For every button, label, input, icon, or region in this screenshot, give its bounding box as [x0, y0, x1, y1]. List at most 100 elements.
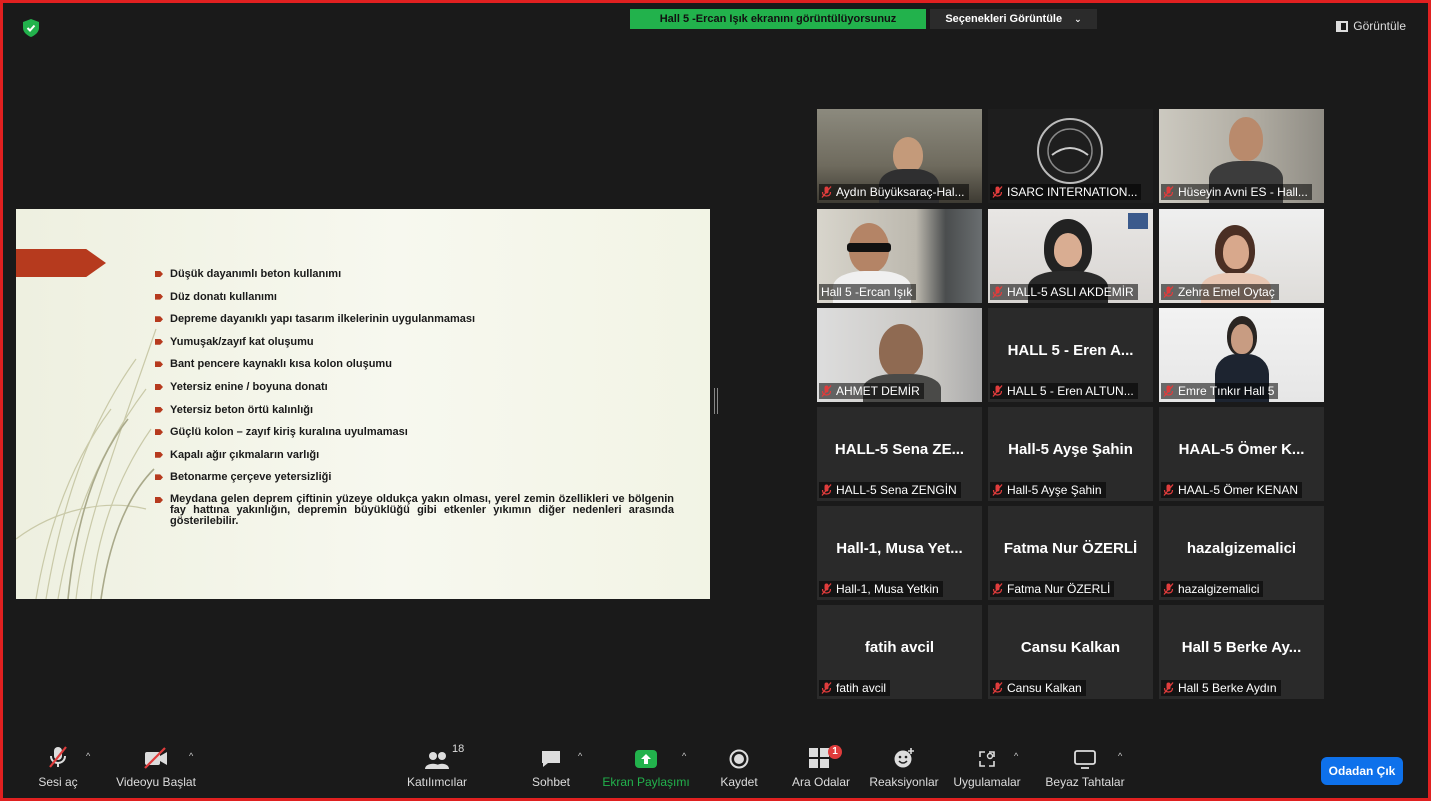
participant-name-label: HALL-5 Sena ZENGİN: [819, 482, 961, 498]
slide-bullet: Depreme dayanıklı yapı tasarım ilkelerin…: [154, 313, 674, 325]
view-options-label: Seçenekleri Görüntüle: [945, 13, 1063, 25]
whiteboards-button[interactable]: Beyaz Tahtalar: [1040, 743, 1130, 789]
participant-name-label: ISARC INTERNATION...: [990, 184, 1142, 200]
participant-tile[interactable]: HALL 5 - Eren A... HALL 5 - Eren ALTUN..…: [988, 308, 1153, 402]
participant-name-label: HAAL-5 Ömer KENAN: [1161, 482, 1303, 498]
isarc-logo: [1037, 118, 1103, 184]
security-shield-icon[interactable]: [23, 19, 39, 37]
apps-options-caret[interactable]: ^: [1014, 751, 1018, 761]
shared-screen-slide: Düşük dayanımlı beton kullanımı Düz dona…: [16, 209, 710, 599]
participant-tile[interactable]: Zehra Emel Oytaç: [1159, 209, 1324, 303]
participant-tile[interactable]: Hall 5 Berke Ay... Hall 5 Berke Aydın: [1159, 605, 1324, 699]
participant-tile[interactable]: fatih avcil fatih avcil: [817, 605, 982, 699]
unmute-button[interactable]: Sesi aç: [36, 743, 80, 789]
video-off-icon: [144, 747, 167, 769]
slide-bullet-list: Düşük dayanımlı beton kullanımı Düz dona…: [154, 268, 674, 538]
participant-display-name: Hall-1, Musa Yet...: [836, 540, 963, 557]
participant-name-label: Hall-5 Ayşe Şahin: [990, 482, 1106, 498]
record-icon: [729, 749, 749, 769]
participant-tile[interactable]: HALL-5 Sena ZE... HALL-5 Sena ZENGİN: [817, 407, 982, 501]
participant-tile[interactable]: HAAL-5 Ömer K... HAAL-5 Ömer KENAN: [1159, 407, 1324, 501]
participant-name-label: Emre Tınkır Hall 5: [1161, 383, 1279, 399]
participant-tile[interactable]: Fatma Nur ÖZERLİ Fatma Nur ÖZERLİ: [988, 506, 1153, 600]
participants-icon: [425, 752, 449, 769]
participant-name-label: Hall-1, Musa Yetkin: [819, 581, 943, 597]
mic-muted-icon: [821, 682, 832, 694]
reactions-label: Reaksiyonlar: [869, 775, 939, 789]
participant-tile[interactable]: hazalgizemalici hazalgizemalici: [1159, 506, 1324, 600]
participant-name-label: HALL-5 ASLI AKDEMİR: [990, 284, 1138, 300]
participant-name-label: fatih avcil: [819, 680, 891, 696]
whiteboard-icon: [1074, 750, 1096, 769]
whiteboard-options-caret[interactable]: ^: [1118, 751, 1122, 761]
reactions-button[interactable]: Reaksiyonlar: [866, 743, 942, 789]
record-label: Kaydet: [720, 775, 758, 789]
mic-muted-icon: [992, 484, 1003, 496]
chat-options-caret[interactable]: ^: [578, 751, 582, 761]
apps-label: Uygulamalar: [953, 775, 1021, 789]
participant-display-name: Hall-5 Ayşe Şahin: [1008, 441, 1133, 458]
participant-name-label: Cansu Kalkan: [990, 680, 1086, 696]
slide-bullet: Düşük dayanımlı beton kullanımı: [154, 268, 674, 280]
share-options-caret[interactable]: ^: [682, 751, 686, 761]
leave-meeting-button[interactable]: Odadan Çık: [1321, 757, 1403, 785]
mic-muted-icon: [49, 746, 67, 768]
view-mode-button[interactable]: Görüntüle: [1336, 19, 1406, 33]
participant-tile[interactable]: Aydın Büyüksaraç-Hal...: [817, 109, 982, 203]
participant-display-name: Fatma Nur ÖZERLİ: [1003, 540, 1138, 557]
share-screen-icon: [635, 750, 657, 768]
mic-muted-icon: [821, 385, 832, 397]
mic-muted-icon: [821, 484, 832, 496]
chat-button[interactable]: Sohbet: [526, 743, 576, 789]
chat-icon: [542, 751, 560, 767]
mic-muted-icon: [1163, 682, 1174, 694]
sharing-status-banner: Hall 5 -Ercan Işık ekranını görüntülüyor…: [630, 9, 926, 29]
participant-display-name: Hall 5 Berke Ay...: [1181, 639, 1302, 656]
breakout-rooms-button[interactable]: 1 Ara Odalar: [788, 743, 854, 789]
gallery-view-icon: [1336, 20, 1349, 32]
participant-name-label: Hall 5 -Ercan Işık: [819, 284, 917, 300]
view-options-dropdown[interactable]: Seçenekleri Görüntüle ⌄: [930, 9, 1097, 29]
panel-resize-handle[interactable]: [714, 388, 718, 414]
reactions-icon: [894, 748, 914, 768]
participant-name-label: AHMET DEMİR: [819, 383, 924, 399]
participant-tile[interactable]: Emre Tınkır Hall 5: [1159, 308, 1324, 402]
participant-tile[interactable]: Cansu Kalkan Cansu Kalkan: [988, 605, 1153, 699]
slide-bullet: Düz donatı kullanımı: [154, 291, 674, 303]
record-button[interactable]: Kaydet: [714, 743, 764, 789]
mic-muted-icon: [1163, 385, 1174, 397]
mic-muted-icon: [992, 583, 1003, 595]
start-video-button[interactable]: Videoyu Başlat: [110, 743, 202, 789]
mic-muted-icon: [992, 286, 1003, 298]
participant-name-label: HALL 5 - Eren ALTUN...: [990, 383, 1138, 399]
breakout-badge: 1: [828, 745, 842, 759]
participant-tile[interactable]: Hüseyin Avni ES - Hall...: [1159, 109, 1324, 203]
whiteboards-label: Beyaz Tahtalar: [1045, 775, 1125, 789]
apps-button[interactable]: Uygulamalar: [951, 743, 1023, 789]
participant-tile[interactable]: ISARC INTERNATION...: [988, 109, 1153, 203]
participant-tile[interactable]: Hall-1, Musa Yet... Hall-1, Musa Yetkin: [817, 506, 982, 600]
breakout-rooms-label: Ara Odalar: [791, 775, 851, 789]
mic-muted-icon: [992, 682, 1003, 694]
mic-muted-icon: [992, 385, 1003, 397]
mic-muted-icon: [1163, 186, 1174, 198]
chat-label: Sohbet: [531, 775, 571, 789]
share-screen-button[interactable]: Ekran Paylaşımı: [598, 743, 694, 789]
slide-bullet: Güçlü kolon – zayıf kiriş kuralına uyulm…: [154, 426, 674, 438]
slide-bullet: Meydana gelen deprem çiftinin yüzeye old…: [154, 493, 674, 527]
participant-tile[interactable]: HALL-5 ASLI AKDEMİR: [988, 209, 1153, 303]
participant-tile-active-speaker[interactable]: Hall 5 -Ercan Işık: [817, 209, 982, 303]
participant-tile[interactable]: Hall-5 Ayşe Şahin Hall-5 Ayşe Şahin: [988, 407, 1153, 501]
share-screen-label: Ekran Paylaşımı: [602, 775, 690, 789]
participants-button[interactable]: 18 Katılımcılar: [402, 743, 472, 789]
slide-bullet: Bant pencere kaynaklı kısa kolon oluşumu: [154, 358, 674, 370]
mic-muted-icon: [821, 186, 832, 198]
slide-bullet: Yumuşak/zayıf kat oluşumu: [154, 336, 674, 348]
participant-display-name: HAAL-5 Ömer K...: [1178, 441, 1305, 458]
participant-display-name: fatih avcil: [864, 639, 935, 656]
apps-icon: [979, 751, 995, 767]
audio-options-caret[interactable]: ^: [86, 751, 90, 761]
video-options-caret[interactable]: ^: [189, 751, 193, 761]
participant-tile[interactable]: AHMET DEMİR: [817, 308, 982, 402]
participant-display-name: HALL-5 Sena ZE...: [834, 441, 965, 458]
